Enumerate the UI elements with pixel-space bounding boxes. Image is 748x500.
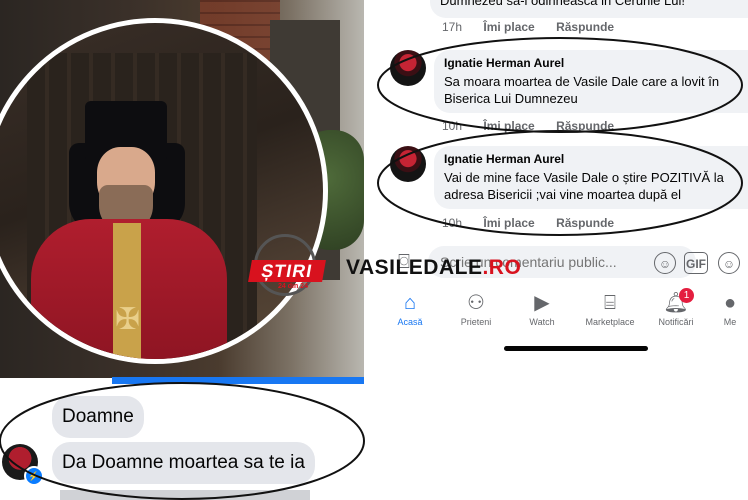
- comment-bubble: Dumnezeu sa-l odihneasca in Cerurile Lui…: [430, 0, 748, 18]
- comment-meta: 10h Îmi place Răspunde: [442, 216, 632, 230]
- tab-label: Acasă: [397, 317, 423, 327]
- site-name: VASILEDALE.RO: [346, 256, 521, 280]
- comment-text-line: Vai de mine face Vasile Dale o știre POZ…: [444, 170, 724, 185]
- like-link[interactable]: Îmi place: [483, 216, 534, 230]
- comment-bubble: Ignatie Herman Aurel Sa moara moartea de…: [434, 50, 748, 113]
- commenter-avatar[interactable]: [390, 146, 426, 182]
- reply-link[interactable]: Răspunde: [556, 216, 614, 230]
- comment-time: 17h: [442, 20, 463, 34]
- tab-menu[interactable]: ● Me: [712, 286, 748, 342]
- site-name-main: VASILEDALE: [346, 256, 483, 279]
- tab-label: Me: [723, 317, 737, 327]
- brand-tagline: 24 din 24: [278, 283, 308, 290]
- tab-marketplace[interactable]: ⌸ Marketplace: [578, 286, 642, 342]
- marketplace-icon: ⌸: [604, 292, 616, 314]
- comment-text-line: Sa moara moartea de Vasile Dale care a l…: [444, 74, 720, 89]
- sticker-icon[interactable]: ☺: [654, 252, 676, 274]
- next-message-edge: [60, 490, 310, 500]
- cross-icon: ✠: [115, 303, 141, 336]
- tab-label: Prieteni: [460, 317, 492, 327]
- home-indicator: [504, 346, 648, 351]
- notification-badge: 1: [679, 288, 694, 303]
- message-bubble[interactable]: Da Doamne moartea sa te ia: [52, 442, 315, 484]
- comment-time: 10h: [442, 119, 463, 133]
- comment-time: 10h: [442, 216, 463, 230]
- commenter-avatar[interactable]: [390, 50, 426, 86]
- priest-stole: [113, 223, 141, 359]
- emoji-icon[interactable]: ☺: [718, 252, 740, 274]
- comment-text-line: Biserica Lui Dumnezeu: [444, 91, 578, 106]
- comment-meta: 17h Îmi place Răspunde: [442, 20, 632, 34]
- site-watermark: ȘTIRI 24 din 24 VASILEDALE.RO: [248, 234, 550, 304]
- brand-logo: ȘTIRI: [248, 260, 326, 282]
- comment-bubble: Ignatie Herman Aurel Vai de mine face Va…: [434, 146, 748, 209]
- tab-label: Notificări: [658, 317, 694, 327]
- tab-label: Watch: [529, 317, 555, 327]
- like-link[interactable]: Îmi place: [483, 119, 534, 133]
- tab-label: Marketplace: [585, 317, 635, 327]
- like-link[interactable]: Îmi place: [483, 20, 534, 34]
- reply-link[interactable]: Răspunde: [556, 20, 614, 34]
- messenger-icon: ⚡: [24, 466, 44, 486]
- comment-text: Dumnezeu sa-l odihneasca in Cerurile Lui…: [440, 0, 685, 8]
- reply-link[interactable]: Răspunde: [556, 119, 614, 133]
- comment-author[interactable]: Ignatie Herman Aurel: [444, 152, 748, 166]
- tab-notifications[interactable]: 🔔︎ Notificări 1: [646, 286, 706, 342]
- comment-meta: 10h Îmi place Răspunde: [442, 119, 632, 133]
- sent-message-edge: [112, 377, 364, 384]
- comment-text-line: adresa Bisericii ;vai vine moartea după …: [444, 187, 682, 202]
- message-bubble[interactable]: Doamne: [52, 396, 144, 438]
- menu-icon: ●: [723, 292, 737, 314]
- site-name-tld: .RO: [482, 256, 522, 279]
- gif-icon[interactable]: GIF: [684, 252, 708, 274]
- comment-author[interactable]: Ignatie Herman Aurel: [444, 56, 748, 70]
